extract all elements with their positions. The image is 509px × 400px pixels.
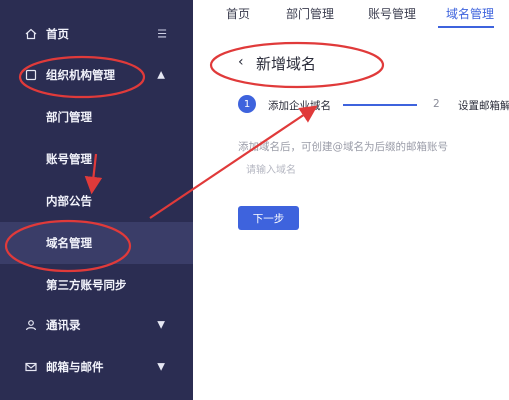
sidebar-item-label: 部门管理 xyxy=(46,110,92,124)
step-2-label: 设置邮箱解 xyxy=(458,100,509,112)
active-tab-indicator xyxy=(438,26,494,28)
menu-collapse-icon[interactable]: ☰ xyxy=(157,28,167,41)
chevron-up-icon: ▲ xyxy=(157,69,165,81)
sidebar-item-departments[interactable]: 部门管理 xyxy=(0,96,193,138)
back-arrow-icon[interactable]: ‹ xyxy=(238,54,244,70)
sidebar-item-domains[interactable]: 域名管理 xyxy=(0,222,193,264)
sidebar-item-announcements[interactable]: 内部公告 xyxy=(0,180,193,222)
sidebar-item-label: 账号管理 xyxy=(46,152,92,166)
tab-departments[interactable]: 部门管理 xyxy=(286,5,334,22)
next-step-button[interactable]: 下一步 xyxy=(238,206,299,230)
sidebar-item-label: 通讯录 xyxy=(46,318,81,332)
contacts-icon xyxy=(25,319,37,331)
tab-home[interactable]: 首页 xyxy=(226,5,250,22)
step-2-indicator: 2 xyxy=(433,98,440,110)
step-1-indicator: 1 xyxy=(238,95,256,113)
sidebar-item-third-party-sync[interactable]: 第三方账号同步 xyxy=(0,264,193,306)
chevron-down-icon: ▼ xyxy=(157,319,165,331)
sidebar-item-home[interactable]: 首页 ☰ xyxy=(0,13,193,55)
sidebar-item-accounts[interactable]: 账号管理 xyxy=(0,138,193,180)
home-icon xyxy=(25,28,37,40)
sidebar-item-label: 域名管理 xyxy=(46,236,92,250)
step-number: 1 xyxy=(243,98,251,110)
sidebar-item-label: 邮箱与邮件 xyxy=(46,360,104,374)
tab-domains[interactable]: 域名管理 xyxy=(446,5,494,22)
step-progress-line xyxy=(343,104,417,106)
chevron-down-icon: ▼ xyxy=(157,361,165,373)
sidebar-item-mail[interactable]: 邮箱与邮件 ▼ xyxy=(0,346,193,388)
sidebar: 首页 ☰ 组织机构管理 ▲ 部门管理 账号管理 内部公告 域名管理 第三方账号同… xyxy=(0,0,193,400)
app-window: 首页 ☰ 组织机构管理 ▲ 部门管理 账号管理 内部公告 域名管理 第三方账号同… xyxy=(0,0,509,400)
step-1-label: 添加企业域名 xyxy=(268,100,331,112)
sidebar-item-contacts[interactable]: 通讯录 ▼ xyxy=(0,304,193,346)
org-icon xyxy=(25,69,37,81)
sidebar-item-label: 首页 xyxy=(46,27,69,41)
page-title: 新增域名 xyxy=(256,55,317,73)
domain-input[interactable] xyxy=(236,160,386,180)
sidebar-item-label: 内部公告 xyxy=(46,194,92,208)
sidebar-item-org[interactable]: 组织机构管理 ▲ xyxy=(0,54,193,96)
mail-icon xyxy=(25,361,37,373)
sidebar-item-label: 组织机构管理 xyxy=(46,68,115,82)
sidebar-item-label: 第三方账号同步 xyxy=(46,278,127,292)
tab-accounts[interactable]: 账号管理 xyxy=(368,5,416,22)
domain-hint-text: 添加域名后，可创建@域名为后缀的邮箱账号 xyxy=(238,141,448,153)
